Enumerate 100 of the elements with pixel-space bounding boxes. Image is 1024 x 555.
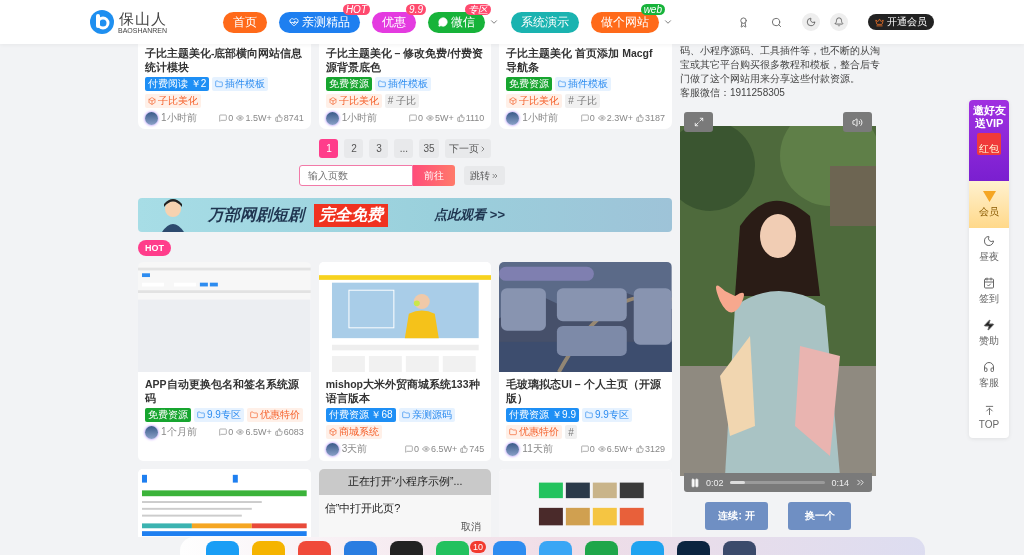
tag[interactable]: 插件模板 [374,77,431,91]
page-button[interactable]: 3 [369,139,389,158]
post-card[interactable]: 子比主题美化 – 修改免费/付费资源背景底色 免费资源 插件模板 子比美化 # 子比 1小时前 0 5W+ 1110 [318,44,492,129]
post-card[interactable]: 子比主题美化-底部横向网站信息统计模块 付费阅读 ￥2 插件模板 子比美化 1小时前 0 1.5W+ 8741 [138,44,311,129]
next-page-button[interactable]: 下一页 [444,139,491,158]
page-button[interactable]: ... [394,139,414,158]
folder-icon [401,411,410,419]
tag[interactable]: 优惠特价 [506,425,563,439]
page-button[interactable]: 2 [344,139,364,158]
cube-icon [328,97,337,105]
page-button[interactable]: 35 [419,139,439,158]
go-button[interactable]: 前往 [413,165,455,186]
duration: 0:14 [831,477,849,488]
logo-icon [90,10,114,34]
to-top-icon [983,404,995,416]
dialog-heading: 正在打开“小程序示例”... [318,469,492,495]
tag[interactable]: 插件模板 [212,77,269,91]
member-button[interactable]: 会员 [969,181,1009,228]
like-count: 745 [469,444,485,454]
like-count: 6083 [283,427,304,437]
notification-button[interactable] [830,13,848,31]
cube-icon [509,97,518,105]
toolbar-item[interactable]: 昼夜 [969,228,1009,270]
tag[interactable]: 免费资源 [506,77,553,91]
invite-button[interactable]: 邀好友送VIP 红包 [969,100,1009,181]
toolbar-item[interactable]: 客服 [969,354,1009,396]
post-title[interactable]: 毛玻璃拟态UI – 个人主页（开源版） [506,377,665,405]
tag[interactable]: 插件模板 [555,77,612,91]
cube-icon [148,97,156,105]
like-count: 8741 [283,113,304,123]
dark-mode-button[interactable] [802,13,820,31]
page-button[interactable]: 1 [319,139,339,158]
toolbar-item[interactable]: 赞助 [969,312,1009,354]
eye-icon [425,114,434,122]
search-icon[interactable] [771,16,782,28]
comment-count: 0 [589,113,595,123]
post-title[interactable]: 子比主题美化 – 修改免费/付费资源背景底色 [325,46,485,74]
tag[interactable]: 9.9专区 [194,408,244,422]
post-title[interactable]: 子比主题美化 首页添加 Macgf 导航条 [506,46,665,74]
tag[interactable]: 商城系统 [325,425,382,439]
promo-banner[interactable]: 万部网剧短剧 完全免费 点此观看 >> [138,198,672,232]
thumbs-up-icon [636,445,644,453]
toolbar-item[interactable]: 签到 [969,270,1009,312]
post-card[interactable]: 毛玻璃拟态UI – 个人主页（开源版） 付费资源 ￥9.9 9.9专区 优惠特价 # 11天前 0 6.5W+ 3129 [499,262,672,461]
post-title[interactable]: 子比主题美化-底部横向网站信息统计模块 [145,46,304,74]
tag[interactable]: 子比美化 [325,94,382,108]
nav-link[interactable]: 首页 [223,11,267,33]
nav-link[interactable]: 系统演示 [511,11,579,33]
post-title[interactable]: APP自动更换包名和签名系统源码 [145,377,304,405]
avatar[interactable] [145,425,158,439]
tag[interactable]: 9.9专区 [582,408,632,422]
tag[interactable]: 付费资源 ￥68 [325,408,396,422]
progress-fill[interactable] [729,481,745,484]
tag[interactable]: # [565,425,577,439]
pause-icon[interactable] [690,477,700,488]
skip-icon[interactable] [855,477,866,488]
comment-icon [580,114,589,122]
avatar[interactable] [325,111,339,125]
tag[interactable]: # 子比 [384,94,419,108]
post-title[interactable]: mishop大米外贸商城系统133种语言版本 [325,377,485,405]
tag[interactable]: 子比美化 [506,94,563,108]
tag[interactable]: # 子比 [565,94,600,108]
invite-text: 邀好友送VIP [972,104,1006,130]
progress-track[interactable] [729,481,826,484]
avatar[interactable] [506,442,520,456]
fullscreen-button[interactable] [684,112,713,132]
tag[interactable]: 亲测源码 [398,408,455,422]
banner-action: 点此观看 >> [434,206,505,224]
eye-icon [236,428,245,436]
view-count: 2.3W+ [606,113,633,123]
folder-icon [509,428,518,436]
post-card[interactable]: 子比主题美化 首页添加 Macgf 导航条 免费资源 插件模板 子比美化 # 子比 1小时前 0 2.3W+ 3187 [499,44,672,129]
comment-icon [219,428,228,436]
toolbar-item[interactable]: TOP [969,396,1009,438]
video-button[interactable]: 换一个 [788,502,851,530]
folder-icon [197,411,205,419]
heart-icon [289,17,299,27]
tag[interactable]: 优惠特价 [246,408,303,422]
jump-button[interactable]: 跳转 [464,166,505,185]
avatar[interactable] [325,442,339,456]
nav-badge: HOT [342,3,370,15]
avatar[interactable] [506,111,520,125]
volume-button[interactable] [843,112,872,132]
vip-button[interactable]: 开通会员 [868,14,934,30]
tag[interactable]: 免费资源 [145,408,191,422]
badge-icon[interactable] [738,16,749,28]
tag[interactable]: 子比美化 [145,94,201,108]
page-number-field[interactable]: 输入页数 [299,165,413,186]
intro-text: 码、小程序源码、工具插件等，也不断的从淘宝或其它平台购买很多教程和模板，整合后专门做了这个网站用来分享这些付款资源。 [680,44,881,86]
tag[interactable]: 免费资源 [325,77,372,91]
post-card[interactable]: APP自动更换包名和签名系统源码 免费资源 9.9专区 优惠特价 1个月前 0 6.5W+ 6083 [138,262,311,461]
avatar[interactable] [145,111,158,125]
video-button[interactable]: 连续: 开 [705,502,768,530]
chevron-down-icon[interactable] [663,17,673,27]
cancel-link[interactable]: 取消 [461,520,482,534]
chevron-down-icon[interactable] [489,17,499,27]
tag[interactable]: 付费资源 ￥9.9 [506,408,580,422]
eye-icon [422,445,431,453]
post-card[interactable]: 正在打开“小程序示例”... 信”中打开此页? 取消 [318,469,492,537]
tag[interactable]: 付费阅读 ￥2 [145,77,210,91]
